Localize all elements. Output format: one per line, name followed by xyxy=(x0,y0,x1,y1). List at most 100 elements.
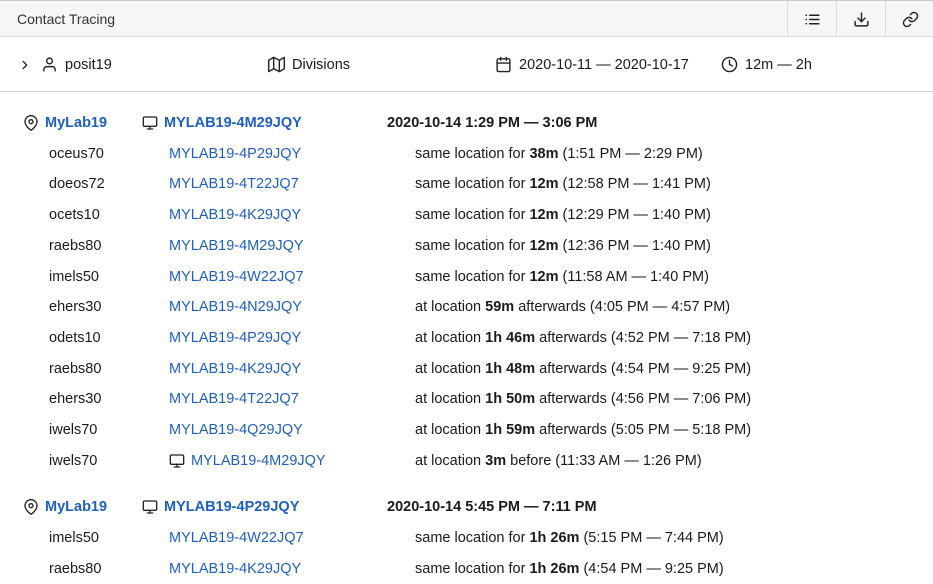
contact-row: iwels70 MYLAB19-4M29JQY at location 3m bef… xyxy=(0,446,933,476)
contact-user: ehers30 xyxy=(49,391,102,408)
contact-user-cell: doeos72 xyxy=(49,169,105,199)
contact-duration: 3m xyxy=(485,452,507,469)
contact-duration: 1h 26m xyxy=(529,530,580,547)
duration-label: 12m — 2h xyxy=(745,56,812,73)
contact-duration: 1h 26m xyxy=(529,560,580,577)
contact-row: ocets10 MYLAB19-4K29JQY same location for … xyxy=(0,200,933,230)
contact-device-link[interactable]: MYLAB19-4W22JQ7 xyxy=(169,269,304,285)
contact-user: imels50 xyxy=(49,268,99,285)
download-icon xyxy=(853,11,869,27)
contact-row: raebs80 MYLAB19-4M29JQY same location for … xyxy=(0,231,933,261)
contact-user: raebs80 xyxy=(49,237,102,254)
contact-user: iwels70 xyxy=(49,452,98,469)
contact-device-link[interactable]: MYLAB19-4K29JQY xyxy=(169,207,301,223)
date-range-label: 2020-10-11 — 2020-10-17 xyxy=(519,56,689,73)
contact-device-link[interactable]: MYLAB19-4P29JQY xyxy=(169,330,301,346)
contact-device-link[interactable]: MYLAB19-4T22JQ7 xyxy=(169,391,299,407)
contact-row: ehers30 MYLAB19-4T22JQ7 at location 1h 50m… xyxy=(0,384,933,414)
contact-user-cell: oceus70 xyxy=(49,139,104,169)
description-suffix: (4:54 PM — 9:25 PM) xyxy=(579,560,724,577)
map-icon xyxy=(268,56,285,73)
contact-row: doeos72 MYLAB19-4T22JQ7 same location for … xyxy=(0,169,933,199)
duration-filter[interactable]: 12m — 2h xyxy=(721,37,812,92)
contact-device-cell: MYLAB19-4P29JQY xyxy=(169,323,301,353)
contact-row: imels50 MYLAB19-4W22JQ7 same location for … xyxy=(0,523,933,553)
contact-description: same location for 12m (11:58 AM — 1:40 P… xyxy=(415,262,709,292)
copy-link-button[interactable] xyxy=(885,1,933,37)
description-prefix: at location xyxy=(415,422,486,438)
session-time: 2020-10-14 1:29 PM — 3:06 PM xyxy=(387,115,598,131)
filter-bar: posit19 Divisions 2020-10-11 — 2020-10-1… xyxy=(0,37,933,92)
contact-user: oceus70 xyxy=(49,145,104,162)
contact-user-cell: ehers30 xyxy=(49,384,101,414)
location-link[interactable]: MyLab19 xyxy=(45,115,107,131)
description-prefix: at location xyxy=(415,360,486,377)
contact-device-link[interactable]: MYLAB19-4T22JQ7 xyxy=(169,176,299,192)
divisions-filter[interactable]: Divisions xyxy=(268,37,350,92)
contact-user-cell: iwels70 xyxy=(49,446,97,476)
description-suffix: (1:51 PM — 2:29 PM) xyxy=(558,145,703,162)
description-suffix: afterwards (4:56 PM — 7:06 PM) xyxy=(535,391,752,408)
date-range-filter[interactable]: 2020-10-11 — 2020-10-17 xyxy=(495,37,689,92)
contact-description: same location for 1h 26m (4:54 PM — 9:25… xyxy=(415,554,724,584)
contact-description: same location for 38m (1:51 PM — 2:29 PM… xyxy=(415,139,703,169)
description-suffix: (12:29 PM — 1:40 PM) xyxy=(558,207,711,224)
divisions-label: Divisions xyxy=(292,56,351,73)
contact-user: doeos72 xyxy=(49,176,105,193)
contact-device-cell: MYLAB19-4W22JQ7 xyxy=(169,262,304,292)
contact-user: ocets10 xyxy=(49,207,100,224)
list-view-button[interactable] xyxy=(787,1,836,37)
description-suffix: afterwards (4:52 PM — 7:18 PM) xyxy=(535,329,752,346)
contact-device-cell: MYLAB19-4K29JQY xyxy=(169,354,301,384)
contact-duration: 1h 48m xyxy=(485,360,536,377)
contact-device-link[interactable]: MYLAB19-4M29JQY xyxy=(169,238,304,254)
contact-device-link[interactable]: MYLAB19-4M29JQY xyxy=(191,453,326,469)
description-prefix: at location xyxy=(415,452,486,469)
description-suffix: before (11:33 AM — 1:26 PM) xyxy=(506,452,702,469)
contact-user-cell: raebs80 xyxy=(49,554,101,584)
description-suffix: afterwards (5:05 PM — 5:18 PM) xyxy=(535,422,752,438)
description-suffix: afterwards (4:05 PM — 4:57 PM) xyxy=(514,299,731,316)
contact-device-link[interactable]: MYLAB19-4K29JQY xyxy=(169,361,301,377)
device-link[interactable]: MYLAB19-4M29JQY xyxy=(164,115,302,131)
list-icon xyxy=(804,14,820,24)
contact-device-link[interactable]: MYLAB19-4N29JQY xyxy=(169,299,302,315)
contact-duration: 1h 46m xyxy=(485,329,536,346)
session-time: 2020-10-14 5:45 PM — 7:11 PM xyxy=(387,499,597,516)
location-link[interactable]: MyLab19 xyxy=(45,499,107,515)
description-prefix: at location xyxy=(415,391,486,408)
contact-user: odets10 xyxy=(49,329,101,346)
description-prefix: same location for xyxy=(415,176,530,193)
contact-description: at location 1h 48m afterwards (4:54 PM —… xyxy=(415,354,751,384)
group-header: MyLab19 MYLAB19-4P29JQY 2020-10-14 5:45 PM… xyxy=(0,492,933,522)
description-suffix: afterwards (4:54 PM — 9:25 PM) xyxy=(535,360,752,377)
contact-description: same location for 12m (12:36 PM — 1:40 P… xyxy=(415,231,711,261)
expand-toggle[interactable]: posit19 xyxy=(18,37,112,92)
device-link[interactable]: MYLAB19-4P29JQY xyxy=(164,499,299,515)
calendar-icon xyxy=(496,56,511,73)
contact-device-cell: MYLAB19-4K29JQY xyxy=(169,200,301,230)
contact-user-cell: ocets10 xyxy=(49,200,100,230)
contact-device-cell: MYLAB19-4P29JQY xyxy=(169,139,301,169)
contact-device-cell: MYLAB19-4N29JQY xyxy=(169,292,302,322)
contact-row: raebs80 MYLAB19-4K29JQY same location for … xyxy=(0,554,933,584)
contact-device-link[interactable]: MYLAB19-4P29JQY xyxy=(169,146,301,162)
monitor-icon xyxy=(169,454,185,468)
contact-user: ehers30 xyxy=(49,299,102,316)
contact-device-cell: MYLAB19-4Q29JQY xyxy=(169,415,303,445)
contact-row: raebs80 MYLAB19-4K29JQY at location 1h 48m… xyxy=(0,354,933,384)
contact-device-link[interactable]: MYLAB19-4K29JQY xyxy=(169,561,301,577)
download-button[interactable] xyxy=(836,1,885,37)
contact-device-link[interactable]: MYLAB19-4Q29JQY xyxy=(169,422,303,438)
description-prefix: same location for xyxy=(415,560,530,577)
description-suffix: (12:36 PM — 1:40 PM) xyxy=(558,237,711,254)
contact-device-link[interactable]: MYLAB19-4W22JQ7 xyxy=(169,530,304,546)
description-prefix: same location for xyxy=(415,237,530,254)
location-pin-icon xyxy=(24,115,38,131)
contact-user-cell: ehers30 xyxy=(49,292,101,322)
contact-duration: 1h 59m xyxy=(485,422,536,438)
device-cell: MYLAB19-4M29JQY xyxy=(142,108,302,138)
location-cell: MyLab19 xyxy=(23,492,107,522)
contact-duration: 12m xyxy=(529,268,559,285)
device-cell: MYLAB19-4P29JQY xyxy=(142,492,299,522)
